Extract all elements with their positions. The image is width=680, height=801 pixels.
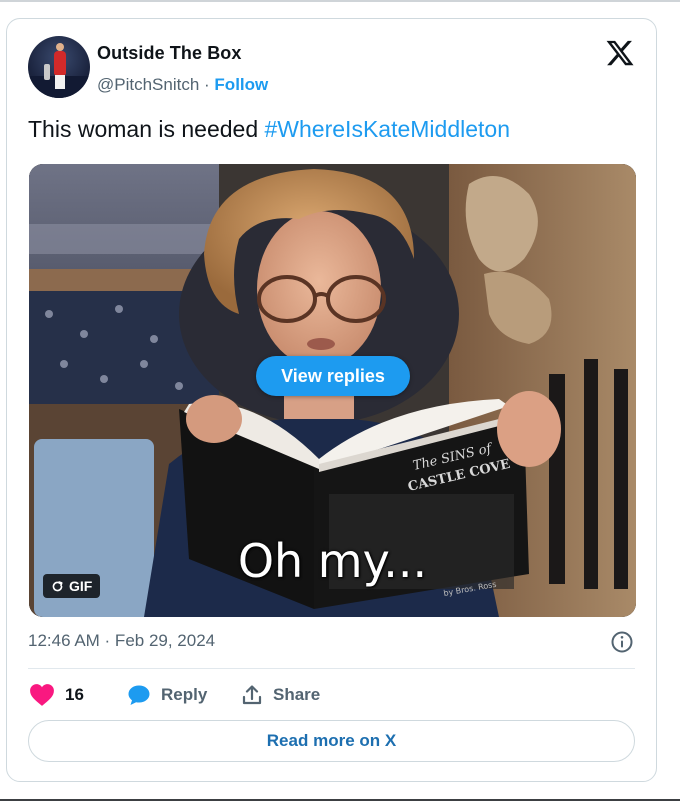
gif-caption: Oh my...: [237, 534, 428, 588]
tweet-body-text: This woman is needed: [28, 116, 265, 142]
refresh-icon: [52, 580, 63, 591]
gif-badge-label: GIF: [69, 578, 93, 594]
avatar[interactable]: [28, 36, 90, 98]
like-count: 16: [65, 685, 84, 704]
top-frame-line: [0, 0, 680, 2]
read-more-button[interactable]: Read more on X: [28, 720, 635, 762]
reply-button[interactable]: Reply: [127, 681, 207, 709]
display-name[interactable]: Outside The Box: [97, 43, 242, 64]
info-icon[interactable]: [610, 630, 634, 654]
speech-bubble-icon: [128, 685, 150, 705]
hashtag-link[interactable]: #WhereIsKateMiddleton: [265, 116, 510, 142]
tweet-timestamp[interactable]: 12:46 AM · Feb 29, 2024: [28, 631, 215, 651]
like-button[interactable]: 16: [29, 681, 84, 709]
handle-separator: ·: [199, 75, 215, 94]
heart-icon: [30, 684, 54, 706]
embedded-tweet-page: Outside The Box @PitchSnitch · Follow Th…: [0, 0, 680, 801]
tweet-text: This woman is needed #WhereIsKateMiddlet…: [28, 116, 510, 143]
share-label: Share: [273, 685, 321, 704]
tweet-card[interactable]: Outside The Box @PitchSnitch · Follow Th…: [6, 18, 657, 782]
user-handle[interactable]: @PitchSnitch: [97, 75, 199, 94]
handle-line: @PitchSnitch · Follow: [97, 75, 268, 95]
reply-label: Reply: [161, 685, 208, 704]
share-upload-icon: [242, 685, 262, 705]
actions-divider: [28, 668, 635, 669]
x-logo-icon[interactable]: [605, 38, 635, 68]
follow-link[interactable]: Follow: [214, 75, 268, 94]
gif-badge[interactable]: GIF: [43, 574, 101, 598]
gif-media[interactable]: The SINS of CASTLE COVE by Bros. Ross Vi…: [29, 164, 636, 617]
share-button[interactable]: Share: [241, 681, 320, 709]
view-replies-button[interactable]: View replies: [256, 356, 410, 396]
